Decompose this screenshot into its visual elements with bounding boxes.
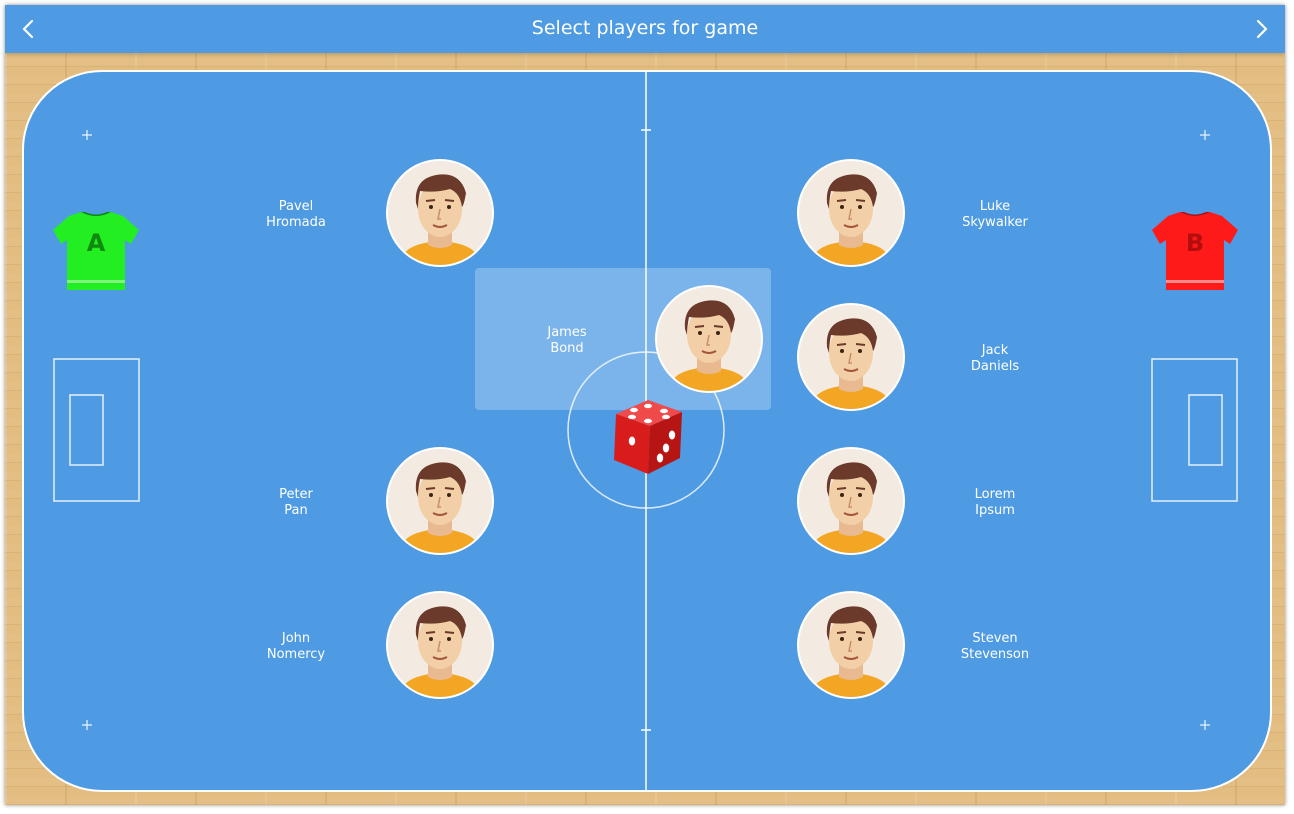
chevron-right-icon [1256,19,1268,39]
player-name-right-2: Jack Daniels [970,343,1020,374]
dice-icon [614,400,682,474]
avatar-face-icon [813,174,889,265]
player-avatar-center[interactable] [655,285,763,393]
avatar-face-icon [671,300,747,391]
avatar-face-icon [813,318,889,409]
player-name-left-2: Peter Pan [279,487,313,518]
app-window: Select players for game A B James Bond P… [5,5,1285,805]
player-avatar-right-4[interactable] [797,591,905,699]
team-a-letter: A [86,229,106,257]
avatar-face-icon [813,462,889,553]
player-avatar-right-1[interactable] [797,159,905,267]
futsal-court: A B James Bond Pavel Hromada Peter Pan J… [22,70,1272,792]
page-title: Select players for game [531,17,759,39]
player-avatar-left-1[interactable] [386,159,494,267]
player-name-right-4: Steven Stevenson [960,631,1030,662]
player-name-center: James Bond [547,325,587,356]
header-bar: Select players for game [5,5,1285,53]
avatar-face-icon [402,606,478,697]
team-a-jersey[interactable]: A [51,208,141,292]
next-button[interactable] [1237,5,1285,53]
player-avatar-left-2[interactable] [386,447,494,555]
player-avatar-right-3[interactable] [797,447,905,555]
player-name-left-3: John Nomercy [266,631,326,662]
random-dice-button[interactable] [604,390,694,480]
avatar-face-icon [402,174,478,265]
player-name-right-1: Luke Skywalker [962,199,1028,230]
player-avatar-right-2[interactable] [797,303,905,411]
team-b-letter: B [1185,229,1205,257]
player-name-right-3: Lorem Ipsum [974,487,1016,518]
player-name-left-1: Pavel Hromada [266,199,326,230]
player-avatar-left-3[interactable] [386,591,494,699]
team-b-jersey[interactable]: B [1150,208,1240,292]
avatar-face-icon [402,462,478,553]
avatar-face-icon [813,606,889,697]
